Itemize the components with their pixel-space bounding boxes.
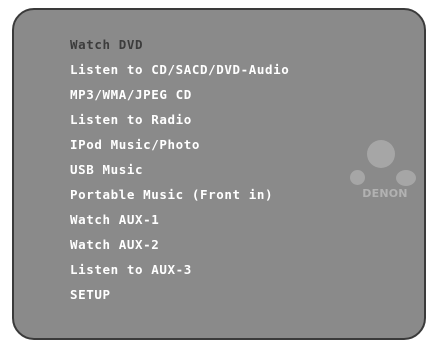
logo-dot-icon	[367, 140, 395, 168]
logo-dot-icon	[350, 170, 365, 185]
source-menu: Watch DVD Listen to CD/SACD/DVD-Audio MP…	[70, 32, 289, 307]
menu-item-watch-aux-1[interactable]: Watch AUX-1	[70, 207, 289, 232]
menu-item-watch-aux-2[interactable]: Watch AUX-2	[70, 232, 289, 257]
denon-logo: DENON	[350, 140, 420, 220]
menu-item-mp3-wma-jpeg-cd[interactable]: MP3/WMA/JPEG CD	[70, 82, 289, 107]
menu-item-usb-music[interactable]: USB Music	[70, 157, 289, 182]
menu-item-setup[interactable]: SETUP	[70, 282, 289, 307]
logo-dot-icon	[396, 170, 416, 186]
menu-item-ipod-music-photo[interactable]: IPod Music/Photo	[70, 132, 289, 157]
menu-item-listen-to-aux-3[interactable]: Listen to AUX-3	[70, 257, 289, 282]
menu-item-listen-cd-sacd-dvd-audio[interactable]: Listen to CD/SACD/DVD-Audio	[70, 57, 289, 82]
brand-name: DENON	[362, 187, 408, 200]
menu-item-watch-dvd[interactable]: Watch DVD	[70, 32, 289, 57]
menu-item-listen-to-radio[interactable]: Listen to Radio	[70, 107, 289, 132]
menu-item-portable-music-front-in[interactable]: Portable Music (Front in)	[70, 182, 289, 207]
osd-menu-screen: Watch DVD Listen to CD/SACD/DVD-Audio MP…	[12, 8, 426, 340]
